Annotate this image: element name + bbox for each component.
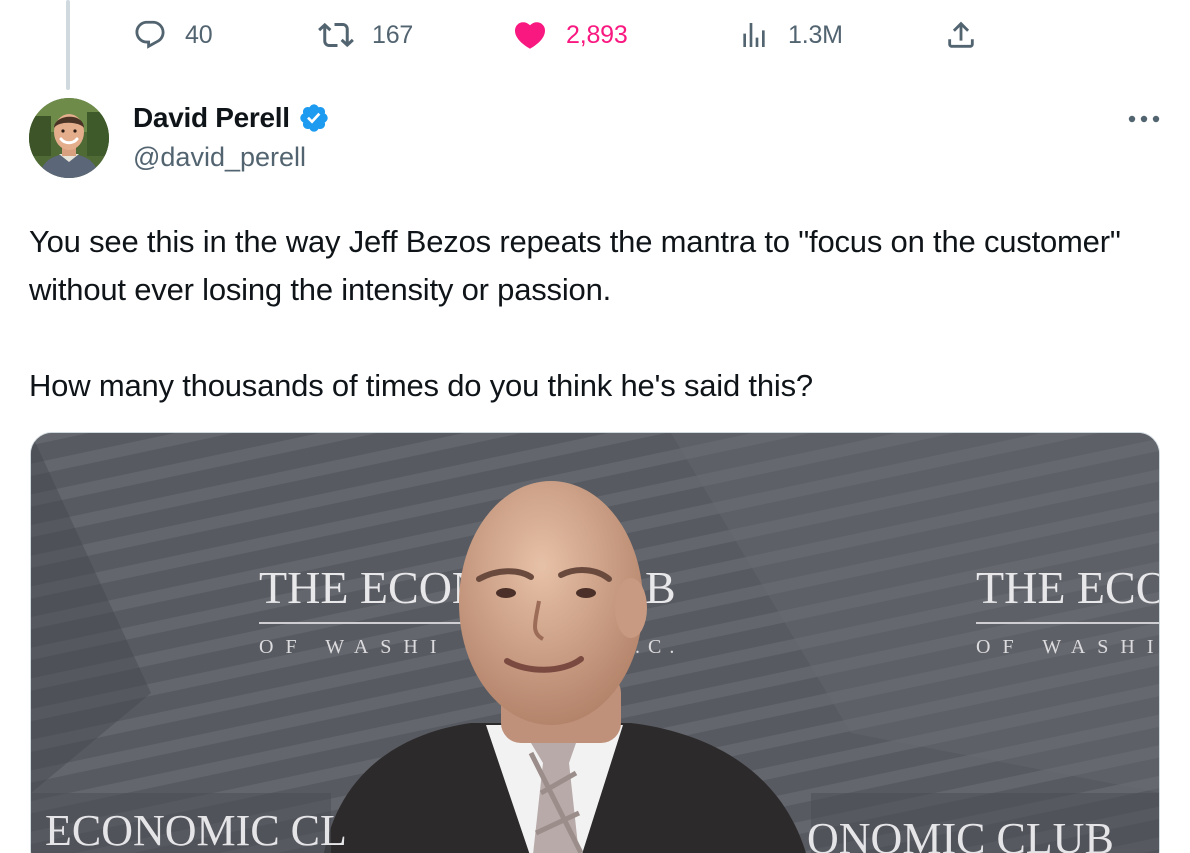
- banner-left-text: ECONOMIC CL: [45, 806, 347, 853]
- author-avatar[interactable]: [29, 98, 109, 178]
- more-dots-icon: [1128, 115, 1160, 123]
- views-count: 1.3M: [788, 20, 843, 49]
- avatar-photo: [29, 98, 109, 178]
- backdrop-left-title: THE ECON: [259, 562, 485, 613]
- share-button[interactable]: [944, 10, 978, 60]
- reply-button[interactable]: 40: [133, 10, 213, 60]
- tweet-action-bar: 40 167 2,893 1.3M: [0, 10, 1190, 60]
- tweet-media-video[interactable]: THE ECON OF WASHI B .C. THE ECON OF WASH…: [30, 432, 1160, 853]
- more-options-button[interactable]: [1124, 104, 1164, 134]
- retweet-count: 167: [372, 20, 414, 49]
- like-button[interactable]: 2,893: [512, 10, 628, 60]
- views-button[interactable]: 1.3M: [738, 10, 843, 60]
- backdrop-middle-title: B: [645, 562, 676, 613]
- like-count: 2,893: [566, 20, 628, 49]
- views-icon: [743, 23, 765, 47]
- retweet-button[interactable]: 167: [318, 10, 413, 60]
- reply-icon: [135, 20, 165, 49]
- heart-icon: [514, 22, 546, 49]
- retweet-icon: [318, 22, 354, 48]
- author-display-name[interactable]: David Perell: [133, 102, 330, 134]
- banner-right-text: ONOMIC CLUB: [807, 814, 1114, 853]
- backdrop-left-subtitle: OF WASHI: [259, 636, 449, 658]
- tweet-paragraph: You see this in the way Jeff Bezos repea…: [29, 224, 1121, 307]
- reply-count: 40: [185, 20, 213, 49]
- share-icon: [948, 21, 974, 48]
- tweet-body: You see this in the way Jeff Bezos repea…: [29, 218, 1159, 410]
- backdrop-right-title: THE ECON: [976, 562, 1160, 613]
- author-name: David Perell: [133, 102, 290, 133]
- backdrop-middle-subtitle: .C.: [635, 636, 682, 658]
- video-frame: THE ECON OF WASHI B .C. THE ECON OF WASH…: [31, 433, 1160, 853]
- backdrop-right-logo: THE ECON OF WASHI: [976, 562, 1160, 658]
- author-handle[interactable]: @david_perell: [133, 142, 306, 173]
- verified-badge-icon: [300, 104, 328, 132]
- backdrop-right-subtitle: OF WASHI: [976, 636, 1160, 658]
- tweet-paragraph: How many thousands of times do you think…: [29, 368, 813, 403]
